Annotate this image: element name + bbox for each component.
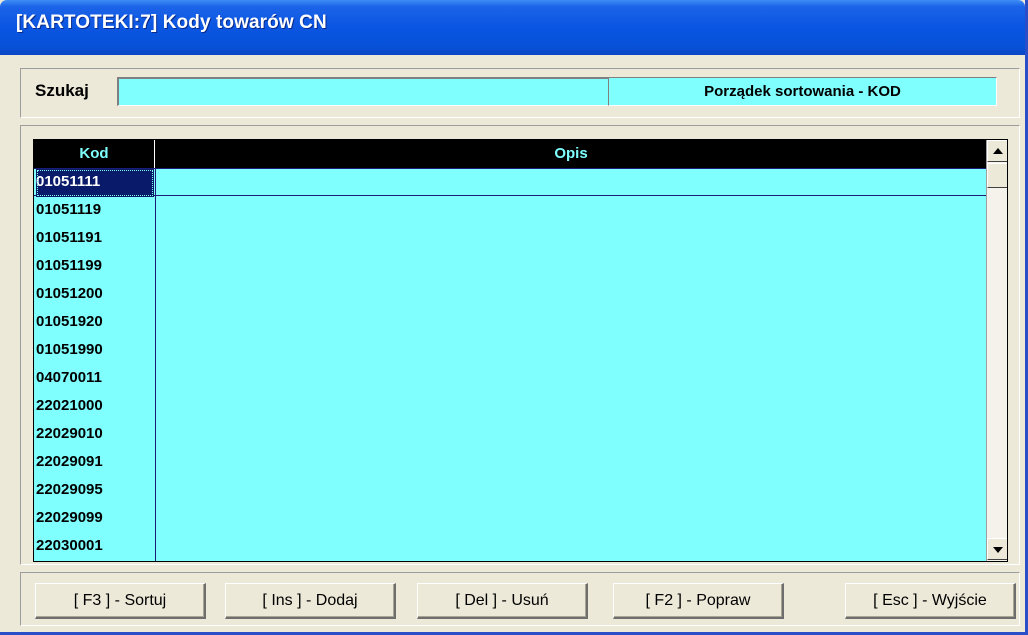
table-row[interactable]: 01051200 <box>34 280 986 308</box>
table-row[interactable]: 22029010 <box>34 420 986 448</box>
sort-order-display: Porządek sortowania - KOD <box>608 77 997 106</box>
table-row[interactable]: 22021000 <box>34 392 986 420</box>
cell-opis <box>157 280 985 308</box>
table-row[interactable]: 22029091 <box>34 448 986 476</box>
scroll-down-button[interactable] <box>987 538 1007 560</box>
edit-button[interactable]: [ F2 ] - Popraw <box>613 583 784 619</box>
exit-button[interactable]: [ Esc ] - Wyjście <box>845 583 1016 619</box>
table-row[interactable]: 01051990 <box>34 336 986 364</box>
table-row[interactable]: 22029099 <box>34 504 986 532</box>
cell-kod: 01051920 <box>36 313 103 330</box>
window-title: [KARTOTEKI:7] Kody towarów CN <box>16 12 327 33</box>
cell-opis <box>157 169 985 197</box>
cell-kod: 01051199 <box>36 257 102 274</box>
main-window: [KARTOTEKI:7] Kody towarów CN Szukaj Por… <box>0 0 1028 635</box>
search-label: Szukaj <box>35 81 89 100</box>
scrollbar-thumb[interactable] <box>987 163 1007 188</box>
cell-opis <box>157 196 985 224</box>
cell-opis <box>157 308 985 336</box>
cell-kod: 22030001 <box>36 537 103 554</box>
search-input[interactable] <box>117 77 610 106</box>
cell-opis <box>157 392 985 420</box>
cell-kod: 01051119 <box>36 201 102 218</box>
grid-panel: Kod Opis 01051111 01051119 01051191 0105119… <box>20 125 1020 565</box>
title-bar[interactable]: [KARTOTEKI:7] Kody towarów CN <box>0 0 1025 55</box>
table-row[interactable]: 01051199 <box>34 252 986 280</box>
cell-kod: 01051191 <box>36 229 102 246</box>
table-row[interactable]: 01051191 <box>34 224 986 252</box>
delete-button[interactable]: [ Del ] - Usuń <box>417 583 588 619</box>
cell-kod: 22029095 <box>36 481 103 498</box>
cell-kod: 22029099 <box>36 509 103 526</box>
cell-kod: 01051990 <box>36 341 103 358</box>
column-header-kod[interactable]: Kod <box>34 140 155 168</box>
sort-button[interactable]: [ F3 ] - Sortuj <box>35 583 206 619</box>
table-row[interactable]: 01051111 <box>34 168 986 197</box>
button-bar: [ F3 ] - Sortuj [ Ins ] - Dodaj [ Del ] … <box>20 572 1020 626</box>
cell-opis <box>157 476 985 504</box>
cell-opis <box>157 224 985 252</box>
cell-opis <box>157 420 985 448</box>
cell-kod: 22029091 <box>36 453 103 470</box>
table-row[interactable]: 22029095 <box>34 476 986 504</box>
codes-table[interactable]: Kod Opis 01051111 01051119 01051191 0105119… <box>33 139 1008 562</box>
vertical-scrollbar[interactable] <box>986 140 1007 561</box>
table-body: 01051111 01051119 01051191 01051199 01051200… <box>34 168 986 561</box>
cell-opis <box>157 364 985 392</box>
table-row[interactable]: 01051920 <box>34 308 986 336</box>
table-header: Kod Opis <box>34 140 986 168</box>
add-button[interactable]: [ Ins ] - Dodaj <box>225 583 396 619</box>
cell-kod: 22029010 <box>36 425 103 442</box>
cell-kod: 22021000 <box>36 397 103 414</box>
search-panel: Szukaj Porządek sortowania - KOD <box>20 68 1020 118</box>
scroll-up-button[interactable] <box>987 140 1007 162</box>
table-row[interactable]: 01051119 <box>34 196 986 224</box>
cell-kod: 01051111 <box>36 169 154 197</box>
cell-opis <box>157 252 985 280</box>
cell-opis <box>157 448 985 476</box>
cell-kod: 01051200 <box>36 285 103 302</box>
arrow-up-icon <box>993 148 1003 154</box>
arrow-down-icon <box>993 547 1003 553</box>
cell-opis <box>157 336 985 364</box>
cell-opis <box>157 532 985 560</box>
cell-opis <box>157 504 985 532</box>
column-header-opis[interactable]: Opis <box>156 140 986 168</box>
table-row[interactable]: 04070011 <box>34 364 986 392</box>
cell-kod: 04070011 <box>36 369 102 386</box>
table-row[interactable]: 22030001 <box>34 532 986 560</box>
